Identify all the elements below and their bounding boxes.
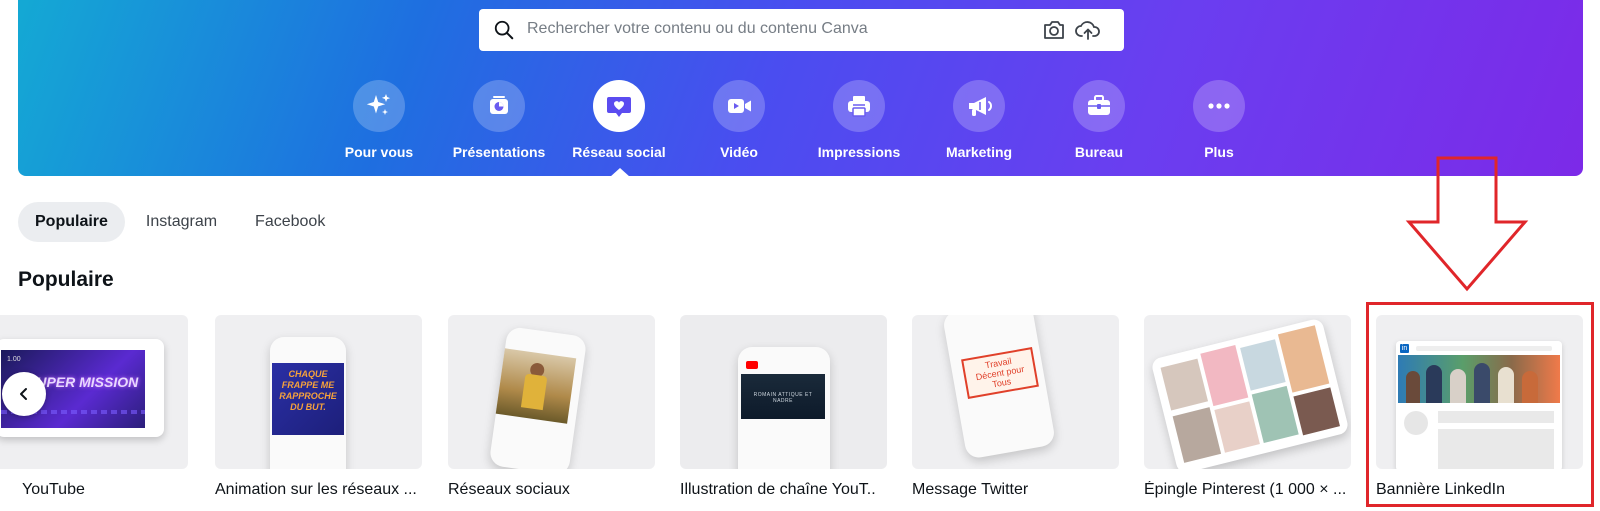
category-label: Vidéo xyxy=(720,144,758,160)
thumbnail-title-text: Travail Décent pour Tous xyxy=(974,355,1026,390)
template-thumbnail xyxy=(1144,315,1351,469)
annotation-highlight-box xyxy=(1366,302,1594,507)
template-card-animation[interactable]: CHAQUE FRAPPE ME RAPPROCHE DU BUT. Anima… xyxy=(215,315,422,499)
category-impressions[interactable]: Impressions xyxy=(799,80,919,160)
category-label: Bureau xyxy=(1074,144,1124,160)
tab-populaire[interactable]: Populaire xyxy=(18,202,125,242)
template-card-epingle-pinterest[interactable]: Épingle Pinterest (1 000 × ... xyxy=(1144,315,1351,499)
heart-chat-icon xyxy=(593,80,645,132)
category-label: Pour vous xyxy=(344,144,414,160)
category-reseau-social[interactable]: Réseau social xyxy=(559,80,679,160)
section-title: Populaire xyxy=(18,268,114,291)
category-pour-vous[interactable]: Pour vous xyxy=(319,80,439,160)
megaphone-icon xyxy=(953,80,1005,132)
category-label: Réseau social xyxy=(572,144,666,160)
category-plus[interactable]: Plus xyxy=(1159,80,1279,160)
template-label: YouTube xyxy=(22,481,85,498)
camera-icon[interactable] xyxy=(1041,18,1067,42)
tab-instagram[interactable]: Instagram xyxy=(129,202,234,242)
category-video[interactable]: Vidéo xyxy=(679,80,799,160)
upload-cloud-icon[interactable] xyxy=(1075,18,1101,42)
template-thumbnail: CHAQUE FRAPPE ME RAPPROCHE DU BUT. xyxy=(215,315,422,469)
briefcase-icon xyxy=(1073,80,1125,132)
video-time-badge: 1.00 xyxy=(7,356,21,363)
template-label: Message Twitter xyxy=(912,481,1029,498)
video-camera-icon xyxy=(713,80,765,132)
category-label: Impressions xyxy=(817,144,901,160)
category-label: Marketing xyxy=(945,144,1013,160)
filter-tabs: Populaire Instagram Facebook xyxy=(18,202,346,242)
search-icon xyxy=(494,20,514,40)
printer-icon xyxy=(833,80,885,132)
category-presentations[interactable]: Présentations xyxy=(439,80,559,160)
template-label: Animation sur les réseaux ... xyxy=(215,481,417,498)
template-card-reseaux-sociaux[interactable]: Réseaux sociaux xyxy=(448,315,655,499)
template-thumbnail: Travail Décent pour Tous xyxy=(912,315,1119,469)
category-label: Présentations xyxy=(452,144,546,160)
template-label: Épingle Pinterest (1 000 × ... xyxy=(1144,481,1347,498)
sparkle-icon xyxy=(353,80,405,132)
more-dots-icon xyxy=(1193,80,1245,132)
template-card-message-twitter[interactable]: Travail Décent pour Tous Message Twitter xyxy=(912,315,1119,499)
category-label: Plus xyxy=(1204,144,1234,160)
template-card-illustration-chaine[interactable]: ROMAIN ATTIQUE ET NADRE Illustration de … xyxy=(680,315,887,499)
category-bureau[interactable]: Bureau xyxy=(1039,80,1159,160)
template-label: Réseaux sociaux xyxy=(448,481,570,498)
search-bar[interactable]: Rechercher votre contenu ou du contenu C… xyxy=(479,9,1124,51)
carousel-prev-button[interactable] xyxy=(2,372,46,416)
presentation-icon xyxy=(473,80,525,132)
template-thumbnail: ROMAIN ATTIQUE ET NADRE xyxy=(680,315,887,469)
thumbnail-title-text: CHAQUE FRAPPE ME RAPPROCHE DU BUT. xyxy=(279,369,337,412)
search-input[interactable]: Rechercher votre contenu ou du contenu C… xyxy=(527,20,868,38)
category-marketing[interactable]: Marketing xyxy=(919,80,1039,160)
youtube-logo-icon xyxy=(746,361,758,369)
template-thumbnail xyxy=(448,315,655,469)
chevron-left-icon xyxy=(20,388,27,400)
thumbnail-title-text: ROMAIN ATTIQUE ET NADRE xyxy=(753,392,813,404)
annotation-arrow-icon xyxy=(1405,156,1529,292)
template-label: Illustration de chaîne YouT.. xyxy=(680,481,876,498)
active-category-indicator xyxy=(610,168,630,177)
tab-facebook[interactable]: Facebook xyxy=(238,202,342,242)
